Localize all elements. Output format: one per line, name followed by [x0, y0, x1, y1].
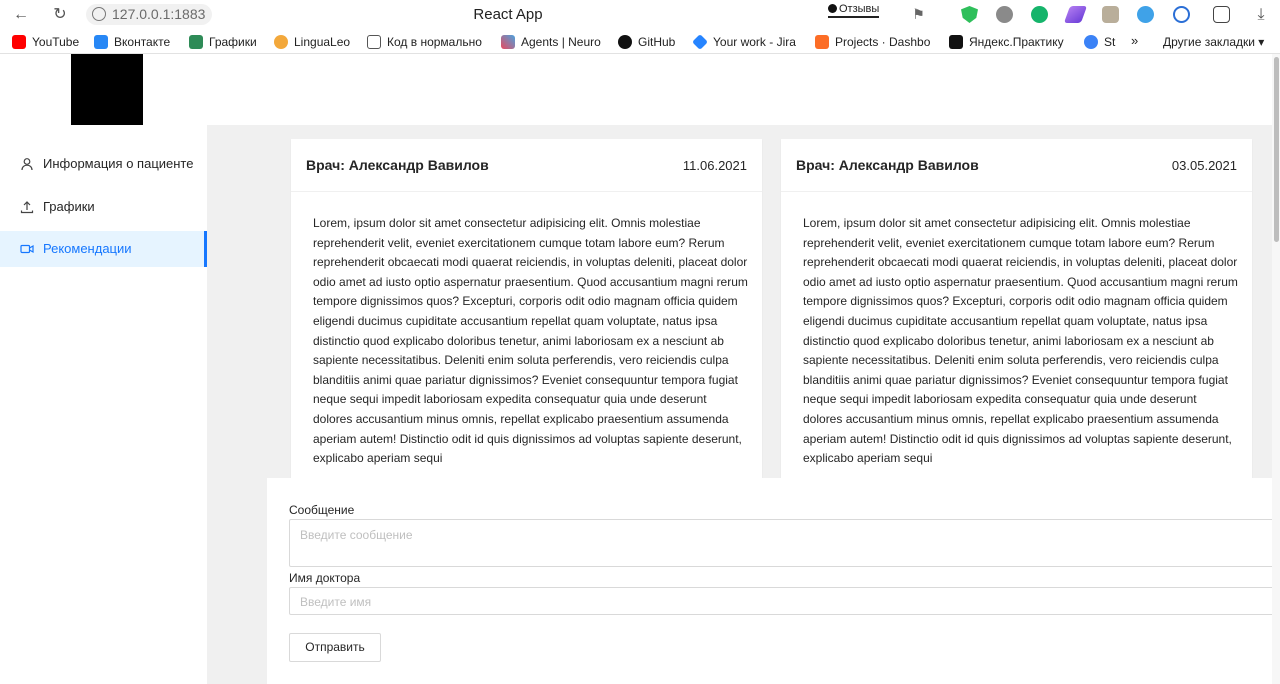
practicum-icon	[949, 35, 963, 49]
sidebar-menu: Информация о пациенте Графики Рекомендац…	[0, 125, 207, 684]
scrollbar-thumb[interactable]	[1274, 57, 1279, 242]
bookmark-code[interactable]: Код в нормальнo	[367, 35, 485, 49]
agents-icon	[501, 35, 515, 49]
doctor-name-input[interactable]: Введите имя	[289, 587, 1280, 615]
message-label: Сообщение	[289, 503, 355, 517]
bookmark-grafiki[interactable]: Графики	[189, 35, 257, 49]
chat-bubble-icon	[828, 4, 837, 13]
feather-extension-icon[interactable]	[1063, 6, 1088, 23]
sidebar-item-patient-info[interactable]: Информация о пациенте	[0, 146, 207, 182]
sidebar-item-label: Рекомендации	[43, 241, 132, 256]
youtube-icon	[12, 35, 26, 49]
logo	[71, 54, 143, 125]
react-devtools-icon[interactable]	[1173, 6, 1190, 23]
vk-icon	[94, 35, 108, 49]
bookmark-agents[interactable]: Agents | Neuro	[501, 35, 601, 49]
bookmark-lingualeo[interactable]: LinguaLeo	[274, 35, 350, 49]
bookmarks-bar: YouTube Вконтакте Графики LinguaLeo Код …	[0, 30, 1280, 54]
sidebar-item-recommendations[interactable]: Рекомендации	[0, 231, 207, 267]
card-date: 03.05.2021	[1171, 158, 1237, 173]
card-date: 11.06.2021	[682, 158, 747, 173]
st-icon	[1084, 35, 1098, 49]
bookmark-yandex-practicum[interactable]: Яндекс.Практику	[949, 35, 1070, 49]
submit-button[interactable]: Отправить	[289, 633, 381, 662]
bookmark-youtube[interactable]: YouTube	[12, 35, 79, 49]
card-doctor-name: Врач: Александр Вавилов	[796, 157, 979, 173]
extensions-puzzle-icon[interactable]	[1213, 6, 1230, 23]
code-icon	[367, 35, 381, 49]
card-header: Врач: Александр Вавилов 11.06.2021	[291, 139, 762, 192]
sidebar-item-charts[interactable]: Графики	[0, 189, 207, 225]
jira-icon	[692, 34, 708, 50]
sidebar-item-label: Информация о пациенте	[43, 156, 194, 171]
bookmark-jira[interactable]: Your work - Jira	[692, 34, 796, 50]
bookmark-gitlab[interactable]: Projects · Dashbo	[815, 35, 935, 49]
video-camera-icon	[20, 242, 34, 256]
bookmark-flag-icon[interactable]: ⚑	[910, 6, 927, 23]
gitlab-icon	[815, 35, 829, 49]
user-icon	[20, 157, 34, 171]
message-form: Сообщение Введите сообщение Имя доктора …	[267, 478, 1280, 684]
v-extension-icon[interactable]	[1137, 6, 1154, 23]
grammarly-icon[interactable]	[1031, 6, 1048, 23]
browser-toolbar: ← ↻ 127.0.0.1:1883 React App Отзывы ⚑ ⤓	[0, 0, 1280, 30]
sheet-icon	[189, 35, 203, 49]
recommendation-card: Врач: Александр Вавилов 11.06.2021 Lorem…	[291, 139, 762, 499]
bookmark-st[interactable]: St	[1084, 35, 1115, 49]
upload-icon	[20, 200, 34, 214]
card-doctor-name: Врач: Александр Вавилов	[306, 157, 489, 173]
app-header	[0, 54, 1272, 125]
feedback-label: Отзывы	[839, 3, 880, 15]
card-header: Врач: Александр Вавилов 03.05.2021	[781, 139, 1252, 192]
bookmark-vkontakte[interactable]: Вконтакте	[94, 35, 170, 49]
sidebar-item-label: Графики	[43, 199, 95, 214]
github-icon	[618, 35, 632, 49]
message-textarea[interactable]: Введите сообщение	[289, 519, 1280, 567]
card-text: Lorem, ipsum dolor sit amet consectetur …	[803, 216, 1238, 466]
download-icon[interactable]: ⤓	[1251, 5, 1271, 25]
more-bookmarks-chevron[interactable]: »	[1131, 33, 1138, 48]
recommendation-card: Врач: Александр Вавилов 03.05.2021 Lorem…	[781, 139, 1252, 499]
lingualeo-icon	[274, 35, 288, 49]
doctor-name-label: Имя доктора	[289, 571, 361, 585]
wallet-extension-icon[interactable]	[1102, 6, 1119, 23]
other-bookmarks[interactable]: Другие закладки ▾	[1163, 35, 1264, 49]
feedback-button[interactable]: Отзывы	[828, 3, 880, 18]
bookmark-github[interactable]: GitHub	[618, 35, 675, 49]
globe-extension-icon[interactable]	[996, 6, 1013, 23]
card-text: Lorem, ipsum dolor sit amet consectetur …	[313, 216, 748, 466]
